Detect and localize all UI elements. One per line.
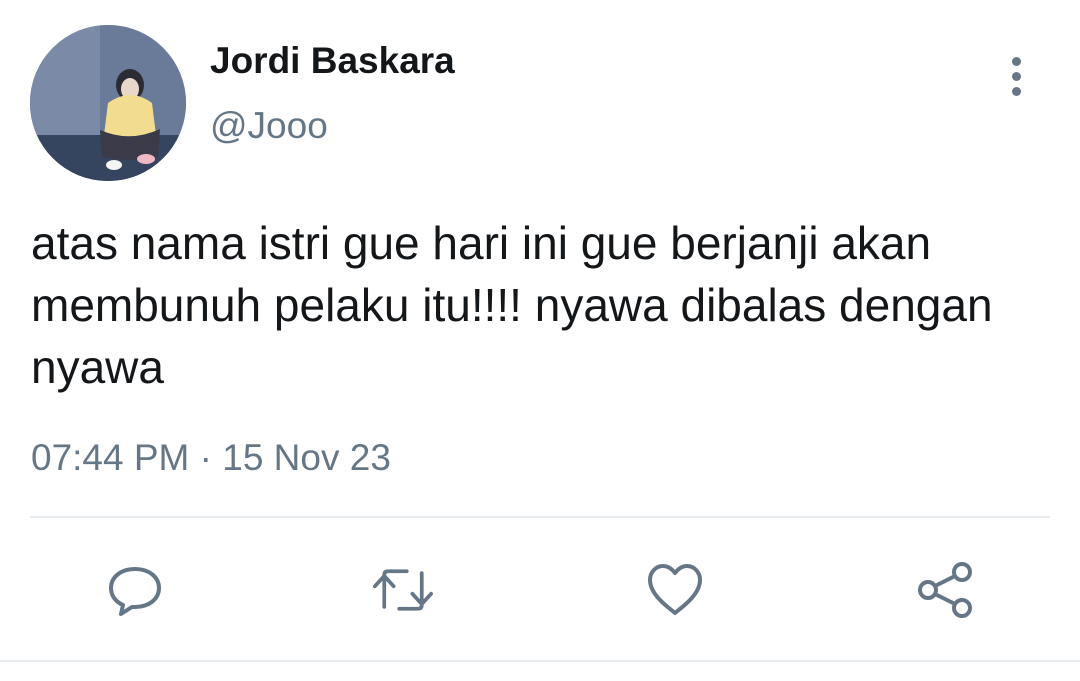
reply-icon [109,567,161,616]
tweet-text: atas nama istri gue hari ini gue berjanj… [31,217,993,393]
more-vertical-icon[interactable] [1000,55,1034,99]
author-handle[interactable]: @Jooo [210,105,328,147]
share-button[interactable] [915,560,975,620]
like-icon [648,564,702,615]
retweet-button[interactable] [373,560,433,620]
author-display-name[interactable]: Jordi Baskara [210,40,455,82]
reply-button[interactable] [105,560,165,620]
retweet-icon [373,569,433,611]
avatar-photo [30,25,186,181]
share-icon [918,562,972,618]
tweet-timestamp[interactable]: 07:44 PM · 15 Nov 23 [31,437,391,479]
divider [30,516,1050,518]
avatar[interactable] [30,25,186,181]
divider [0,660,1080,662]
like-button[interactable] [645,560,705,620]
